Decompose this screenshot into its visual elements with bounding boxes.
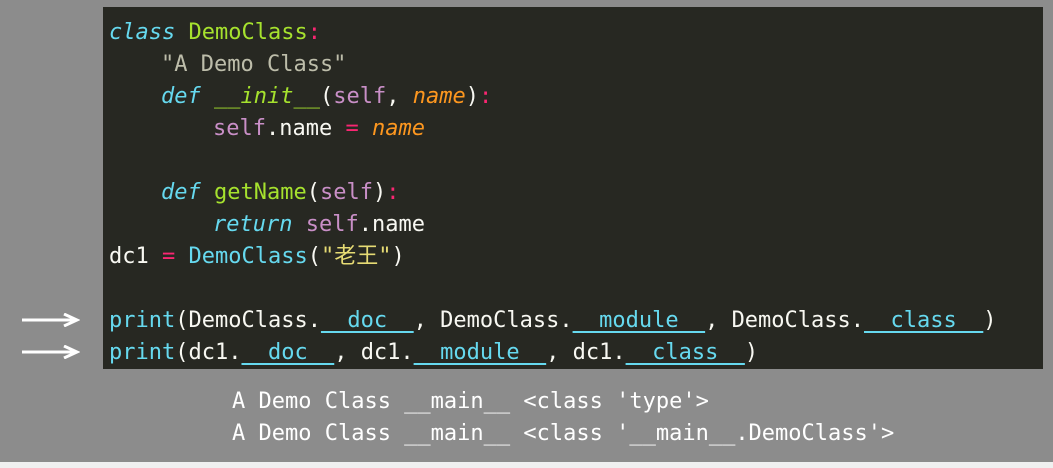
- code-line-assign: self.name = name: [213, 113, 425, 145]
- separator: ,: [705, 308, 732, 333]
- print-fn: print: [109, 308, 176, 333]
- paren-open: (: [307, 244, 321, 269]
- dunder-class: __class__: [625, 340, 745, 365]
- self-ref: self: [213, 116, 266, 141]
- dunder-class: __class__: [864, 308, 984, 333]
- docstring: "A Demo Class": [161, 52, 347, 77]
- colon: :: [386, 180, 400, 205]
- paren-close: ): [391, 244, 405, 269]
- dunder-module: __module__: [572, 308, 706, 333]
- code-line-instance: dc1 = DemoClass("老王"): [109, 241, 405, 273]
- paren-open: (: [319, 84, 334, 109]
- code-line-print-instance: print(dc1.__doc__, dc1.__module__, dc1._…: [109, 337, 758, 369]
- dunder-module: __module__: [413, 340, 547, 365]
- name-value: name: [371, 116, 425, 141]
- code-line-docstring: "A Demo Class": [161, 49, 346, 81]
- assign-op: =: [332, 116, 372, 141]
- self-param: self: [319, 180, 373, 205]
- paren-close: ): [372, 180, 387, 205]
- keyword-return: return: [213, 212, 293, 237]
- arrow-right-icon: [22, 313, 80, 327]
- output-line-2: A Demo Class __main__ <class '__main__.D…: [232, 421, 895, 446]
- paren-open: (: [306, 180, 320, 205]
- keyword-class: class: [109, 20, 176, 45]
- bottom-divider: [0, 462, 1053, 468]
- method-init: __init__: [214, 84, 320, 109]
- paren-open: (: [175, 308, 189, 333]
- obj-ref: dc1.: [572, 340, 626, 365]
- keyword-def: def: [161, 180, 201, 205]
- code-line-return: return self.name: [213, 209, 425, 241]
- class-call: DemoClass: [188, 244, 308, 269]
- paren-open: (: [175, 340, 189, 365]
- attr-name: .name: [358, 212, 425, 237]
- paren-close: ): [744, 340, 759, 365]
- dunder-doc: __doc__: [241, 340, 335, 365]
- self-param: self: [333, 84, 387, 109]
- obj-ref: DemoClass.: [440, 308, 573, 333]
- dunder-doc: __doc__: [320, 308, 414, 333]
- separator: ,: [334, 340, 361, 365]
- colon: :: [478, 84, 493, 109]
- code-line-init-def: def __init__(self, name):: [161, 81, 492, 113]
- method-getname: getName: [214, 180, 307, 205]
- name-param: name: [412, 84, 466, 109]
- keyword-def: def: [161, 84, 201, 109]
- obj-ref: DemoClass.: [188, 308, 321, 333]
- var-dc1: dc1: [109, 244, 149, 269]
- paren-close: ): [983, 308, 997, 333]
- separator: ,: [413, 308, 441, 333]
- assign-op: =: [148, 244, 189, 269]
- class-name: DemoClass: [188, 20, 308, 45]
- obj-ref: dc1.: [188, 340, 242, 365]
- paren-close: ): [465, 84, 479, 109]
- colon: :: [307, 20, 321, 45]
- separator: ,: [546, 340, 573, 365]
- print-fn: print: [109, 340, 176, 365]
- code-line-getname-def: def getName(self):: [161, 177, 399, 209]
- self-ref: self: [305, 212, 359, 237]
- arrow-right-icon: [22, 345, 80, 359]
- string-arg: "老王": [320, 244, 392, 269]
- obj-ref: DemoClass.: [731, 308, 865, 333]
- attr-name: .name: [265, 116, 333, 141]
- code-line-class-def: class DemoClass:: [109, 17, 321, 49]
- comma: ,: [386, 84, 413, 109]
- code-line-print-class: print(DemoClass.__doc__, DemoClass.__mod…: [109, 305, 996, 337]
- code-editor: class DemoClass: "A Demo Class" def __in…: [103, 7, 1043, 369]
- output-line-1: A Demo Class __main__ <class 'type'>: [232, 389, 709, 414]
- obj-ref: dc1.: [360, 340, 414, 365]
